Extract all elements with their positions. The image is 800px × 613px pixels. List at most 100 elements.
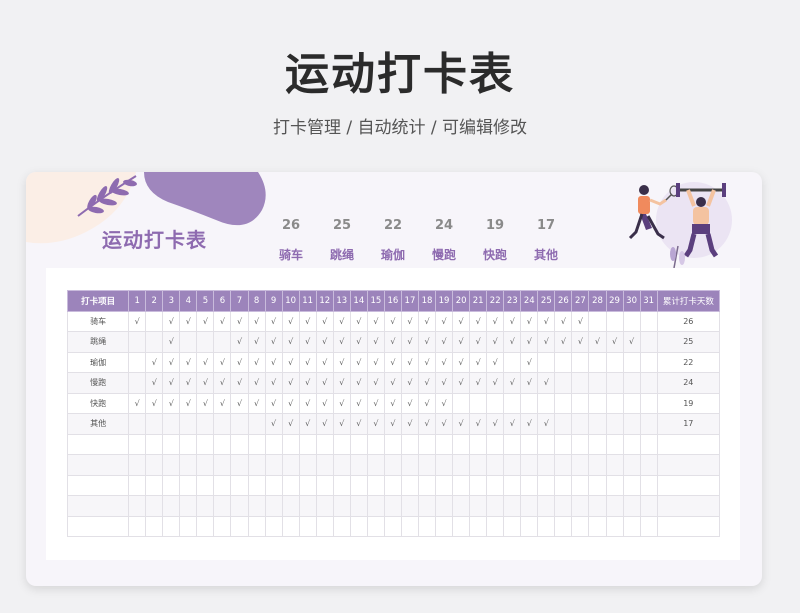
empty-cell[interactable] (366, 474, 385, 496)
empty-cell[interactable] (162, 495, 181, 517)
day-cell[interactable] (622, 392, 641, 414)
empty-cell[interactable] (469, 515, 488, 537)
empty-cell[interactable] (520, 454, 539, 476)
day-cell[interactable]: √ (196, 372, 215, 394)
empty-cell[interactable] (264, 474, 283, 496)
day-cell[interactable]: √ (469, 372, 488, 394)
empty-cell[interactable] (66, 495, 130, 517)
day-cell[interactable]: √ (520, 372, 539, 394)
empty-cell[interactable] (179, 433, 198, 455)
empty-cell[interactable] (145, 433, 164, 455)
day-cell[interactable]: √ (264, 392, 283, 414)
empty-cell[interactable] (400, 474, 419, 496)
day-cell[interactable] (622, 351, 641, 373)
day-cell[interactable]: √ (298, 372, 317, 394)
day-cell[interactable]: √ (162, 310, 181, 332)
day-cell[interactable]: √ (605, 331, 624, 353)
day-cell[interactable]: √ (469, 310, 488, 332)
day-cell[interactable] (162, 413, 181, 435)
empty-cell[interactable] (315, 495, 334, 517)
empty-cell[interactable] (503, 454, 522, 476)
day-cell[interactable]: √ (622, 331, 641, 353)
day-cell[interactable]: √ (196, 392, 215, 414)
empty-cell[interactable] (554, 433, 573, 455)
day-cell[interactable]: √ (503, 413, 522, 435)
day-cell[interactable]: √ (145, 392, 164, 414)
day-cell[interactable]: √ (366, 351, 385, 373)
day-cell[interactable] (605, 392, 624, 414)
empty-cell[interactable] (162, 515, 181, 537)
empty-cell[interactable] (128, 515, 147, 537)
day-cell[interactable]: √ (452, 310, 471, 332)
day-cell[interactable]: √ (452, 331, 471, 353)
empty-cell[interactable] (503, 495, 522, 517)
empty-cell[interactable] (128, 433, 147, 455)
empty-cell[interactable] (332, 495, 351, 517)
empty-cell[interactable] (605, 495, 624, 517)
empty-cell[interactable] (400, 515, 419, 537)
day-cell[interactable]: √ (520, 351, 539, 373)
day-cell[interactable] (179, 331, 198, 353)
day-cell[interactable] (452, 392, 471, 414)
empty-cell[interactable] (486, 515, 505, 537)
day-cell[interactable]: √ (571, 331, 590, 353)
empty-cell[interactable] (554, 474, 573, 496)
day-cell[interactable]: √ (400, 372, 419, 394)
day-cell[interactable] (145, 310, 164, 332)
empty-cell[interactable] (349, 433, 368, 455)
empty-cell[interactable] (452, 515, 471, 537)
empty-cell[interactable] (622, 495, 641, 517)
empty-cell[interactable] (537, 433, 556, 455)
day-cell[interactable]: √ (417, 413, 437, 435)
day-cell[interactable] (179, 413, 198, 435)
empty-cell[interactable] (486, 433, 505, 455)
day-cell[interactable] (554, 413, 573, 435)
empty-cell[interactable] (281, 474, 300, 496)
empty-cell[interactable] (196, 433, 215, 455)
row-item-name[interactable]: 慢跑 (66, 372, 130, 394)
day-cell[interactable] (588, 392, 607, 414)
empty-cell[interactable] (145, 495, 164, 517)
day-cell[interactable] (622, 372, 641, 394)
day-cell[interactable]: √ (469, 351, 488, 373)
day-cell[interactable]: √ (349, 331, 368, 353)
empty-cell[interactable] (332, 433, 351, 455)
day-cell[interactable] (486, 392, 505, 414)
empty-cell[interactable] (639, 433, 658, 455)
day-cell[interactable] (520, 392, 539, 414)
empty-cell[interactable] (639, 495, 658, 517)
day-cell[interactable]: √ (400, 331, 419, 353)
day-cell[interactable]: √ (349, 372, 368, 394)
empty-cell[interactable] (639, 454, 658, 476)
empty-cell[interactable] (417, 474, 437, 496)
empty-cell[interactable] (469, 433, 488, 455)
day-cell[interactable] (571, 392, 590, 414)
day-cell[interactable]: √ (366, 331, 385, 353)
day-cell[interactable] (213, 413, 232, 435)
day-cell[interactable]: √ (179, 351, 198, 373)
day-cell[interactable]: √ (247, 331, 266, 353)
empty-cell[interactable] (622, 515, 641, 537)
empty-cell[interactable] (435, 495, 454, 517)
empty-cell[interactable] (571, 515, 590, 537)
empty-cell[interactable] (571, 474, 590, 496)
empty-cell[interactable] (366, 454, 385, 476)
day-cell[interactable]: √ (179, 372, 198, 394)
day-cell[interactable]: √ (196, 310, 215, 332)
empty-cell[interactable] (145, 474, 164, 496)
empty-cell[interactable] (383, 474, 402, 496)
empty-cell[interactable] (383, 433, 402, 455)
row-item-name[interactable]: 其他 (66, 413, 130, 435)
empty-cell[interactable] (435, 454, 454, 476)
empty-cell[interactable] (571, 433, 590, 455)
empty-cell[interactable] (417, 433, 437, 455)
empty-cell[interactable] (230, 454, 249, 476)
empty-cell[interactable] (162, 474, 181, 496)
day-cell[interactable]: √ (281, 413, 300, 435)
empty-cell[interactable] (452, 433, 471, 455)
day-cell[interactable] (503, 392, 522, 414)
empty-cell[interactable] (230, 515, 249, 537)
empty-cell[interactable] (520, 474, 539, 496)
day-cell[interactable] (196, 331, 215, 353)
empty-cell[interactable] (247, 454, 266, 476)
